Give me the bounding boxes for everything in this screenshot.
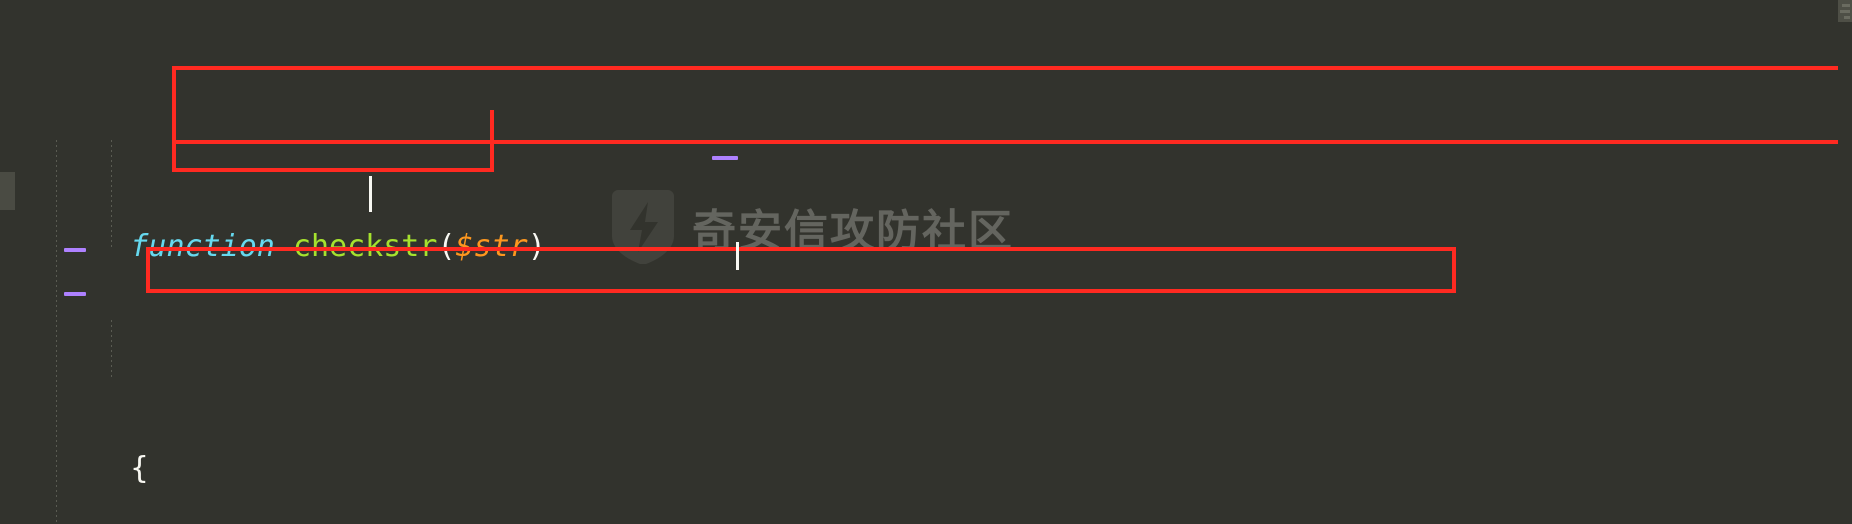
code-fold-marker[interactable] <box>64 248 86 252</box>
token-paren-open: ( <box>437 228 456 264</box>
code-line[interactable]: function checkstr($str) <box>0 180 1852 264</box>
code-fold-marker[interactable] <box>712 156 738 160</box>
token-brace-open: { <box>130 451 149 486</box>
code-line[interactable]: { <box>0 403 1852 486</box>
code-content[interactable]: function checkstr($str) { if (preg_match… <box>0 0 1852 524</box>
minimap-tick <box>1842 4 1850 7</box>
annotation-mask <box>494 100 1852 114</box>
code-fold-marker[interactable] <box>64 292 86 296</box>
text-caret <box>369 176 372 212</box>
code-editor[interactable]: function checkstr($str) { if (preg_match… <box>0 0 1852 524</box>
token-paren-close: ) <box>527 228 546 264</box>
scrollbar-minimap[interactable] <box>1838 0 1852 524</box>
token-parameter: $str <box>455 228 528 264</box>
minimap-tick <box>1840 10 1850 13</box>
token-function-name: checkstr <box>292 228 438 264</box>
text-caret-secondary <box>736 242 739 270</box>
token-keyword-function: function <box>130 228 275 264</box>
minimap-tick <box>1844 16 1850 19</box>
